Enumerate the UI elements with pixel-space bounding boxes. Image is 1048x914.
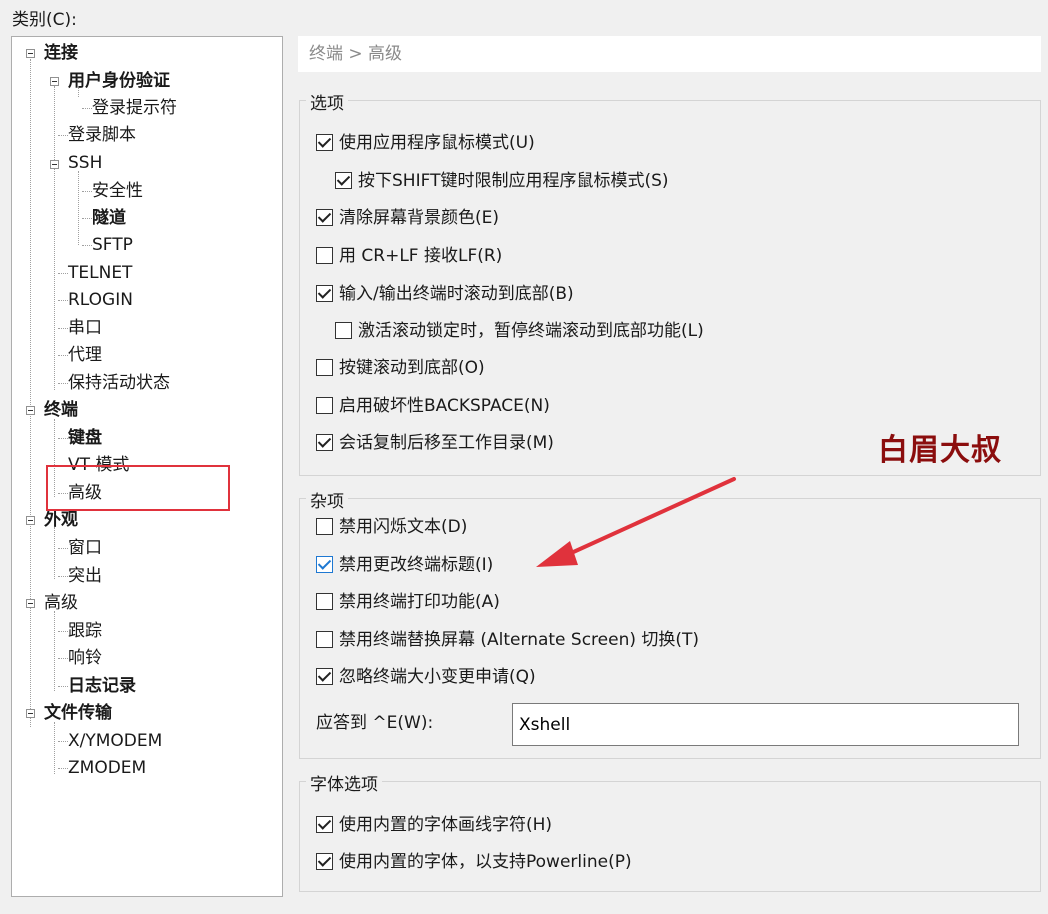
checkbox[interactable] <box>316 434 333 451</box>
checkbox[interactable] <box>316 518 333 535</box>
checkbox[interactable] <box>335 322 352 339</box>
watermark-text: 白眉大叔 <box>878 433 1002 468</box>
tree-item-serial[interactable]: 串口 <box>68 315 102 341</box>
checkbox[interactable] <box>316 247 333 264</box>
tree-item-security[interactable]: 安全性 <box>92 178 143 204</box>
checkbox[interactable] <box>316 285 333 302</box>
expand-transfer-icon[interactable] <box>26 709 35 718</box>
tree-item-ssh[interactable]: SSH <box>68 150 102 176</box>
tree-item-trace[interactable]: 跟踪 <box>68 618 102 644</box>
option-destructive-backspace[interactable]: 启用破坏性BACKSPACE(N) <box>316 394 550 418</box>
option-clear-bg-color[interactable]: 清除屏幕背景颜色(E) <box>316 206 499 230</box>
option-session-copy-workdir[interactable]: 会话复制后移至工作目录(M) <box>316 431 554 455</box>
tree-item-bell[interactable]: 响铃 <box>68 645 102 671</box>
checkbox[interactable] <box>335 172 352 189</box>
checkbox[interactable] <box>316 853 333 870</box>
category-label: 类别(C): <box>12 10 77 30</box>
expand-connection-icon[interactable] <box>26 49 35 58</box>
option-shift-restrict-mouse[interactable]: 按下SHIFT键时限制应用程序鼠标模式(S) <box>335 169 669 193</box>
option-builtin-linedraw[interactable]: 使用内置的字体画线字符(H) <box>316 813 552 837</box>
options-group-title: 选项 <box>306 89 348 114</box>
option-disable-alt-screen[interactable]: 禁用终端替换屏幕 (Alternate Screen) 切换(T) <box>316 628 699 652</box>
tree-item-xymodem[interactable]: X/YMODEM <box>68 728 162 754</box>
tree-item-keyboard[interactable]: 键盘 <box>68 425 102 451</box>
option-scroll-lock-pause[interactable]: 激活滚动锁定时，暂停终端滚动到底部功能(L) <box>335 319 704 343</box>
checkbox[interactable] <box>316 397 333 414</box>
option-disable-blink[interactable]: 禁用闪烁文本(D) <box>316 515 467 539</box>
tree-item-zmodem[interactable]: ZMODEM <box>68 755 146 781</box>
checkbox[interactable] <box>316 359 333 376</box>
breadcrumb: 终端 > 高级 <box>298 36 1041 72</box>
tree-item-sftp[interactable]: SFTP <box>92 232 133 258</box>
answerback-input[interactable] <box>512 703 1019 746</box>
tree-item-auth[interactable]: 用户身份验证 <box>68 68 170 94</box>
expand-appearance-icon[interactable] <box>26 516 35 525</box>
misc-group-title: 杂项 <box>306 487 348 512</box>
tree-item-keepalive[interactable]: 保持活动状态 <box>68 370 170 396</box>
checkbox[interactable] <box>316 134 333 151</box>
tree-item-advanced[interactable]: 高级 <box>44 590 78 616</box>
annotation-highlight-box <box>46 465 230 511</box>
tree-item-proxy[interactable]: 代理 <box>68 342 102 368</box>
option-builtin-powerline[interactable]: 使用内置的字体，以支持Powerline(P) <box>316 850 632 874</box>
checkbox[interactable] <box>316 631 333 648</box>
tree-item-rlogin[interactable]: RLOGIN <box>68 287 133 313</box>
option-disable-title-change[interactable]: 禁用更改终端标题(I) <box>316 553 493 577</box>
tree-item-window[interactable]: 窗口 <box>68 535 102 561</box>
tree-item-login-script[interactable]: 登录脚本 <box>68 122 136 148</box>
expand-auth-icon[interactable] <box>50 77 59 86</box>
checkbox[interactable] <box>316 209 333 226</box>
font-group-title: 字体选项 <box>306 770 382 795</box>
checkbox[interactable] <box>316 668 333 685</box>
tree-item-terminal[interactable]: 终端 <box>44 397 78 423</box>
tree-item-tunnel[interactable]: 隧道 <box>92 205 126 231</box>
checkbox[interactable] <box>316 556 333 573</box>
checkbox[interactable] <box>316 816 333 833</box>
annotation-arrow-icon <box>536 477 736 567</box>
option-disable-print[interactable]: 禁用终端打印功能(A) <box>316 590 500 614</box>
answerback-label: 应答到 ^E(W): <box>316 713 434 733</box>
checkbox[interactable] <box>316 593 333 610</box>
option-app-mouse-mode[interactable]: 使用应用程序鼠标模式(U) <box>316 131 535 155</box>
tree-item-telnet[interactable]: TELNET <box>68 260 132 286</box>
tree-item-file-transfer[interactable]: 文件传输 <box>44 700 112 726</box>
option-ignore-resize[interactable]: 忽略终端大小变更申请(Q) <box>316 665 536 689</box>
option-key-scroll-bottom[interactable]: 按键滚动到底部(O) <box>316 356 485 380</box>
tree-item-highlight[interactable]: 突出 <box>68 563 102 589</box>
expand-terminal-icon[interactable] <box>26 406 35 415</box>
option-crlf-receive[interactable]: 用 CR+LF 接收LF(R) <box>316 244 502 268</box>
option-scroll-bottom-io[interactable]: 输入/输出终端时滚动到底部(B) <box>316 282 574 306</box>
tree-item-connection[interactable]: 连接 <box>44 40 78 66</box>
expand-ssh-icon[interactable] <box>50 160 59 169</box>
tree-item-login-prompt[interactable]: 登录提示符 <box>92 95 177 121</box>
tree-item-logging[interactable]: 日志记录 <box>68 673 136 699</box>
expand-advanced-icon[interactable] <box>26 599 35 608</box>
